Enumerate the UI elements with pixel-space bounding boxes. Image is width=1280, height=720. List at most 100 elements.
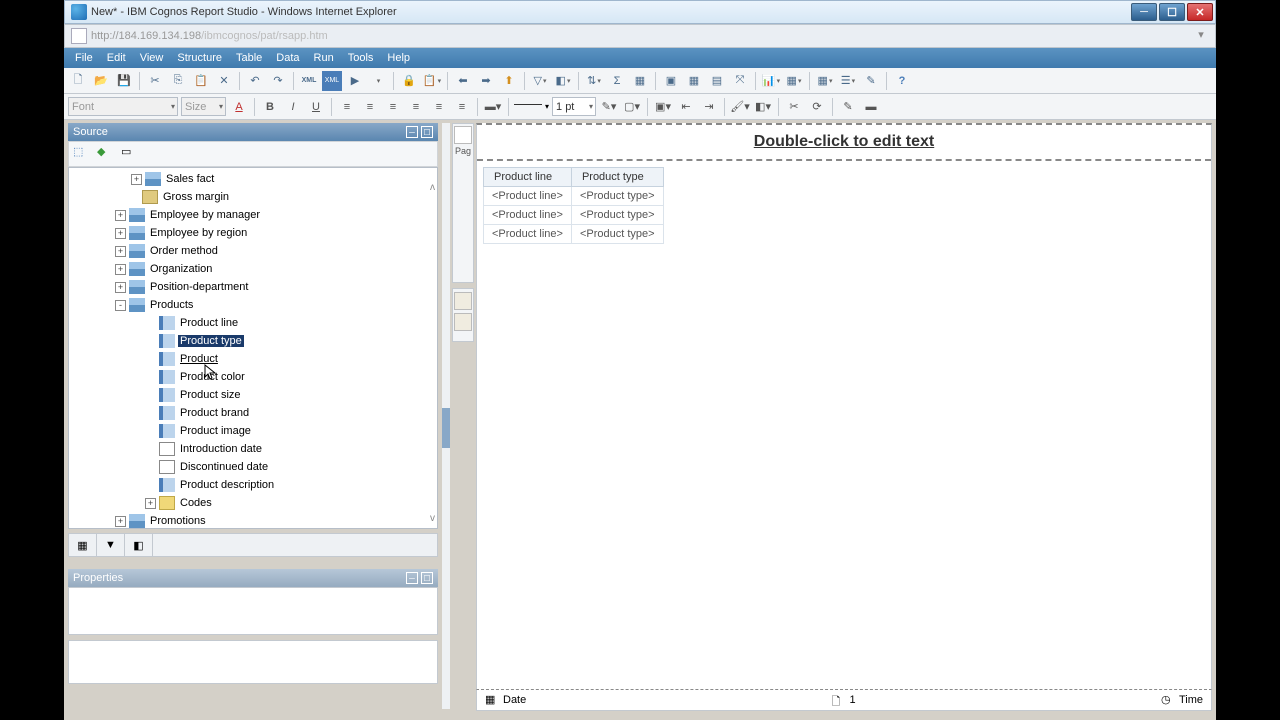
- properties-grid[interactable]: [68, 587, 438, 635]
- size-combo[interactable]: Size: [181, 97, 226, 116]
- tree-item[interactable]: +Employee by region: [69, 224, 437, 242]
- xml-icon[interactable]: XML: [322, 71, 342, 91]
- tree-item[interactable]: +Promotions: [69, 512, 437, 529]
- menu-view[interactable]: View: [133, 50, 171, 66]
- page-explorer-icon[interactable]: [454, 126, 472, 144]
- menu-run[interactable]: Run: [307, 50, 341, 66]
- font-combo[interactable]: Font: [68, 97, 178, 116]
- source-tab-icon[interactable]: ⬚: [73, 145, 91, 163]
- tab-query-icon[interactable]: ▼: [97, 534, 125, 556]
- padding-icon[interactable]: ▣▾: [653, 97, 673, 117]
- tree-item[interactable]: +Organization: [69, 260, 437, 278]
- tree-item[interactable]: Gross margin: [69, 188, 437, 206]
- tree-item[interactable]: Product image: [69, 422, 437, 440]
- highlighter-icon[interactable]: ▬: [861, 97, 881, 117]
- font-color-icon[interactable]: A: [229, 97, 249, 117]
- list-cell[interactable]: <Product type>: [571, 206, 663, 225]
- tree-item[interactable]: Product type: [69, 332, 437, 350]
- tree-item[interactable]: Product color: [69, 368, 437, 386]
- tree-item[interactable]: Introduction date: [69, 440, 437, 458]
- expander-icon[interactable]: +: [115, 210, 126, 221]
- indent-left-icon[interactable]: ⇤: [676, 97, 696, 117]
- swap-icon[interactable]: ⤧: [730, 71, 750, 91]
- undo-icon[interactable]: ↶: [245, 71, 265, 91]
- tree-item[interactable]: Product size: [69, 386, 437, 404]
- menu-structure[interactable]: Structure: [170, 50, 229, 66]
- build-icon[interactable]: ✎: [861, 71, 881, 91]
- scroll-up-icon[interactable]: ʌ: [430, 182, 435, 193]
- redo-icon[interactable]: ↷: [268, 71, 288, 91]
- back-icon[interactable]: ⬅: [453, 71, 473, 91]
- align-right-icon[interactable]: ≡: [383, 97, 403, 117]
- menu-tools[interactable]: Tools: [341, 50, 381, 66]
- save-icon[interactable]: 💾: [114, 71, 134, 91]
- menu-help[interactable]: Help: [380, 50, 417, 66]
- list-cell[interactable]: <Product type>: [571, 225, 663, 244]
- report-canvas[interactable]: Double-click to edit text Product line P…: [476, 123, 1212, 691]
- tab-explorer-icon[interactable]: ▦: [69, 534, 97, 556]
- panel-minimize-icon[interactable]: ─: [406, 126, 418, 138]
- align-top-icon[interactable]: ≡: [406, 97, 426, 117]
- run-dropdown[interactable]: [368, 71, 388, 91]
- menu-file[interactable]: File: [68, 50, 100, 66]
- splitter[interactable]: [442, 123, 450, 709]
- pickup-icon[interactable]: ✂: [784, 97, 804, 117]
- expander-icon[interactable]: -: [115, 300, 126, 311]
- filter-icon[interactable]: ▽: [530, 71, 550, 91]
- scroll-down-icon[interactable]: v: [430, 513, 435, 524]
- align-middle-icon[interactable]: ≡: [429, 97, 449, 117]
- address-dropdown-icon[interactable]: ▾: [1193, 28, 1209, 44]
- pivot-icon[interactable]: ▦: [684, 71, 704, 91]
- col-header[interactable]: Product line: [484, 168, 572, 187]
- sort-icon[interactable]: ⇅: [584, 71, 604, 91]
- calc-icon[interactable]: ▦: [630, 71, 650, 91]
- tree-item[interactable]: +Order method: [69, 242, 437, 260]
- validate-icon[interactable]: XML: [299, 71, 319, 91]
- expander-icon[interactable]: +: [115, 228, 126, 239]
- data-items-icon[interactable]: ◆: [97, 145, 115, 163]
- expander-icon[interactable]: +: [115, 282, 126, 293]
- align-left-icon[interactable]: ≡: [337, 97, 357, 117]
- lock-icon[interactable]: 🔒: [399, 71, 419, 91]
- list-cell[interactable]: <Product line>: [484, 187, 572, 206]
- list-cell[interactable]: <Product line>: [484, 206, 572, 225]
- underline-icon[interactable]: U: [306, 97, 326, 117]
- source-tree[interactable]: +Sales factGross margin+Employee by mana…: [68, 167, 438, 529]
- tree-item[interactable]: -Products: [69, 296, 437, 314]
- cond-icon[interactable]: ◧▾: [753, 97, 773, 117]
- headers-icon[interactable]: ▦: [784, 71, 804, 91]
- tree-item[interactable]: +Position-department: [69, 278, 437, 296]
- forward-icon[interactable]: ➡: [476, 71, 496, 91]
- line-style-icon[interactable]: [514, 104, 542, 116]
- help-icon[interactable]: ?: [892, 71, 912, 91]
- prop-restore-icon[interactable]: ☐: [421, 572, 433, 584]
- report-list[interactable]: Product line Product type <Product line>…: [483, 167, 664, 244]
- copy-icon[interactable]: ⎘: [168, 71, 188, 91]
- tree-item[interactable]: Product line: [69, 314, 437, 332]
- suppress-icon[interactable]: ◧: [553, 71, 573, 91]
- delete-icon[interactable]: ✕: [214, 71, 234, 91]
- report-title-placeholder[interactable]: Double-click to edit text: [477, 125, 1211, 161]
- clipboard-icon[interactable]: 📋: [422, 71, 442, 91]
- aggregate-icon[interactable]: ☰: [838, 71, 858, 91]
- expander-icon[interactable]: +: [115, 264, 126, 275]
- prop-minimize-icon[interactable]: ─: [406, 572, 418, 584]
- style-icon[interactable]: 🖌▾: [730, 97, 750, 117]
- run-icon[interactable]: ▶: [345, 71, 365, 91]
- menu-edit[interactable]: Edit: [100, 50, 133, 66]
- apply-icon[interactable]: ⟳: [807, 97, 827, 117]
- tree-item[interactable]: +Codes: [69, 494, 437, 512]
- bg-color-icon[interactable]: ▬▾: [483, 97, 503, 117]
- group-icon[interactable]: ▣: [661, 71, 681, 91]
- tree-item[interactable]: Product: [69, 350, 437, 368]
- tree-item[interactable]: +Employee by manager: [69, 206, 437, 224]
- menu-table[interactable]: Table: [229, 50, 269, 66]
- tree-item[interactable]: Discontinued date: [69, 458, 437, 476]
- menu-data[interactable]: Data: [269, 50, 306, 66]
- address-bar[interactable]: http://184.169.134.198/ibmcognos/pat/rsa…: [64, 24, 1216, 48]
- insert-table-icon[interactable]: ▦: [815, 71, 835, 91]
- expander-icon[interactable]: +: [145, 498, 156, 509]
- cut-icon[interactable]: ✂: [145, 71, 165, 91]
- align-bottom-icon[interactable]: ≡: [452, 97, 472, 117]
- maximize-button[interactable]: ☐: [1159, 3, 1185, 21]
